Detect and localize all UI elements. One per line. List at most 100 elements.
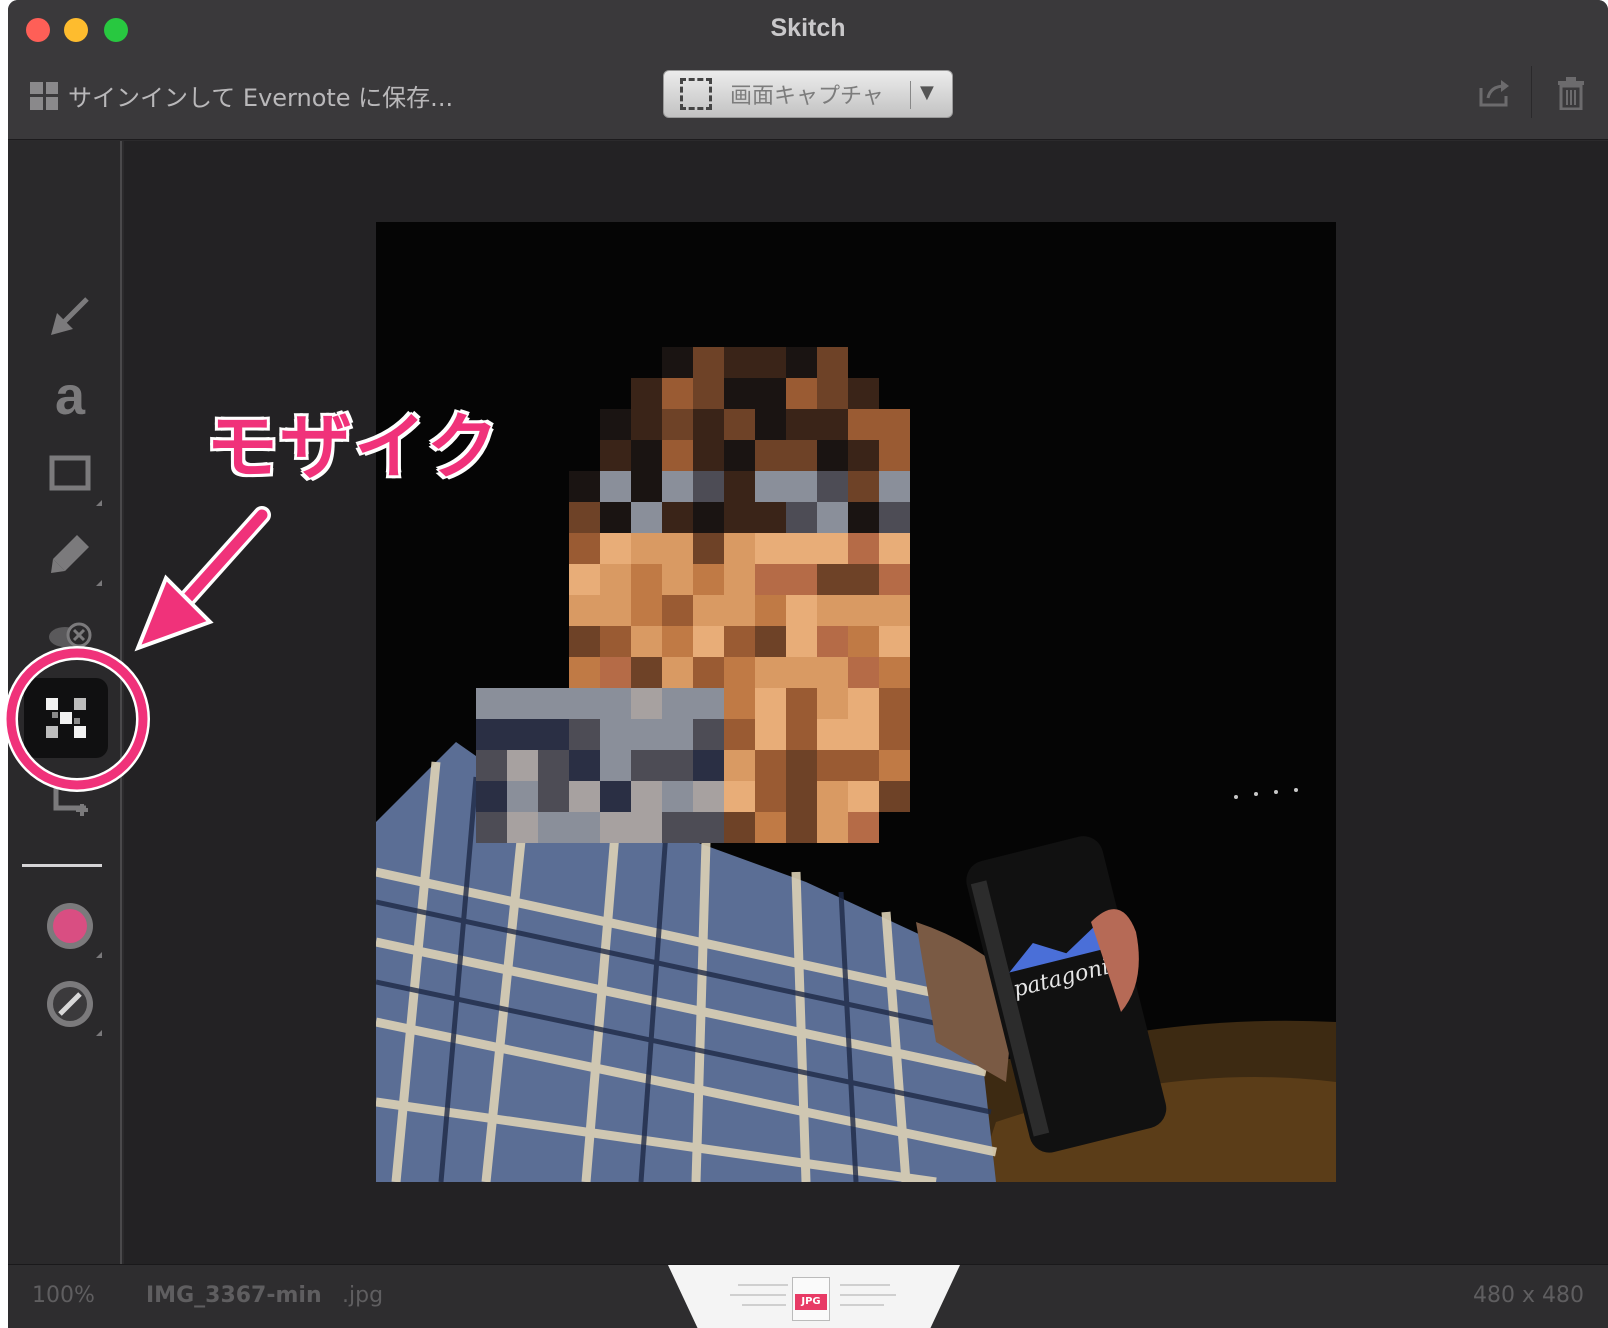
mosaic-block <box>817 440 848 471</box>
status-bar: 100% IMG_3367-min .jpg JPG 480 x 480 <box>8 1264 1608 1328</box>
mosaic-block <box>755 440 786 471</box>
mosaic-block <box>476 781 507 812</box>
mosaic-block <box>569 719 600 750</box>
mosaic-block <box>600 626 631 657</box>
mosaic-block <box>848 409 879 440</box>
mosaic-block <box>817 378 848 409</box>
mosaic-block <box>631 750 662 781</box>
rectangle-tool[interactable] <box>32 436 108 512</box>
mosaic-block <box>662 471 693 502</box>
stamp-tool[interactable] <box>32 596 108 672</box>
mosaic-block <box>662 626 693 657</box>
mosaic-block <box>817 471 848 502</box>
mosaic-block <box>662 812 693 843</box>
mosaic-block <box>848 812 879 843</box>
line-width-indicator[interactable] <box>22 864 102 867</box>
mosaic-block <box>755 378 786 409</box>
mosaic-block <box>848 595 879 626</box>
mosaic-block <box>755 502 786 533</box>
mosaic-block <box>755 595 786 626</box>
mosaic-block <box>786 564 817 595</box>
toolbar-divider <box>1531 66 1532 118</box>
mosaic-block <box>693 564 724 595</box>
mosaic-block <box>817 564 848 595</box>
mosaic-block <box>879 440 910 471</box>
mosaic-block <box>600 781 631 812</box>
signin-evernote-button[interactable]: サインインして Evernote に保存... <box>30 78 453 113</box>
mosaic-block <box>786 378 817 409</box>
mosaic-block <box>693 750 724 781</box>
file-extension[interactable]: .jpg <box>342 1283 383 1308</box>
marker-options-corner <box>96 580 102 586</box>
mosaic-block <box>724 347 755 378</box>
jpg-file-icon[interactable]: JPG <box>792 1277 830 1321</box>
share-icon[interactable] <box>1478 78 1512 108</box>
zoom-level[interactable]: 100% <box>32 1283 95 1308</box>
mosaic-block <box>786 812 817 843</box>
jpg-format-label: JPG <box>795 1294 827 1310</box>
mosaic-block <box>662 719 693 750</box>
mosaic-block <box>507 719 538 750</box>
mosaic-block <box>755 781 786 812</box>
pixelate-tool[interactable] <box>24 678 108 758</box>
mosaic-block <box>600 533 631 564</box>
mosaic-block <box>879 719 910 750</box>
mosaic-block <box>507 781 538 812</box>
marker-tool[interactable] <box>32 516 108 592</box>
mosaic-block <box>662 440 693 471</box>
mosaic-block <box>693 502 724 533</box>
mosaic-block <box>817 347 848 378</box>
mosaic-block <box>693 409 724 440</box>
mosaic-block <box>693 626 724 657</box>
mosaic-block <box>631 471 662 502</box>
text-tool[interactable]: a <box>32 358 108 434</box>
line-style-options-corner <box>96 1030 102 1036</box>
mosaic-block <box>724 750 755 781</box>
mosaic-block <box>724 595 755 626</box>
mosaic-block <box>631 719 662 750</box>
title-bar: Skitch サインインして Evernote に保存... 画面キャプチャ ▼ <box>8 0 1608 140</box>
line-style-picker[interactable] <box>32 966 108 1042</box>
mosaic-block <box>693 595 724 626</box>
mosaic-block <box>538 750 569 781</box>
mosaic-block <box>848 471 879 502</box>
mosaic-block <box>879 595 910 626</box>
mosaic-block <box>724 378 755 409</box>
mosaic-block <box>569 502 600 533</box>
edited-photo[interactable]: patagonia <box>376 222 1336 1182</box>
mosaic-block <box>507 750 538 781</box>
arrow-tool[interactable] <box>32 278 108 354</box>
mosaic-block <box>724 533 755 564</box>
mosaic-block <box>693 688 724 719</box>
screen-capture-button[interactable]: 画面キャプチャ ▼ <box>663 70 953 118</box>
stamp-icon <box>49 622 92 648</box>
mosaic-block <box>569 750 600 781</box>
capture-dropdown-icon[interactable]: ▼ <box>920 82 934 103</box>
mosaic-block <box>724 409 755 440</box>
mosaic-block <box>879 626 910 657</box>
mosaic-block <box>817 719 848 750</box>
mosaic-block <box>631 781 662 812</box>
color-picker[interactable] <box>32 888 108 964</box>
mosaic-block <box>755 533 786 564</box>
mosaic-block <box>693 440 724 471</box>
mosaic-block <box>693 378 724 409</box>
mosaic-block <box>848 378 879 409</box>
mosaic-block <box>476 812 507 843</box>
capture-crop-icon <box>680 78 712 110</box>
file-name[interactable]: IMG_3367-min <box>146 1283 322 1308</box>
mosaic-block <box>755 471 786 502</box>
mosaic-block <box>879 502 910 533</box>
trash-icon[interactable] <box>1556 76 1586 110</box>
mosaic-block <box>600 657 631 688</box>
crop-tool[interactable] <box>32 758 108 834</box>
mosaic-block <box>476 750 507 781</box>
mosaic-block <box>476 719 507 750</box>
mosaic-block <box>879 471 910 502</box>
mosaic-block <box>879 781 910 812</box>
mosaic-block <box>817 750 848 781</box>
mosaic-block <box>848 688 879 719</box>
mosaic-block <box>600 440 631 471</box>
mosaic-block <box>631 688 662 719</box>
mosaic-block <box>600 812 631 843</box>
